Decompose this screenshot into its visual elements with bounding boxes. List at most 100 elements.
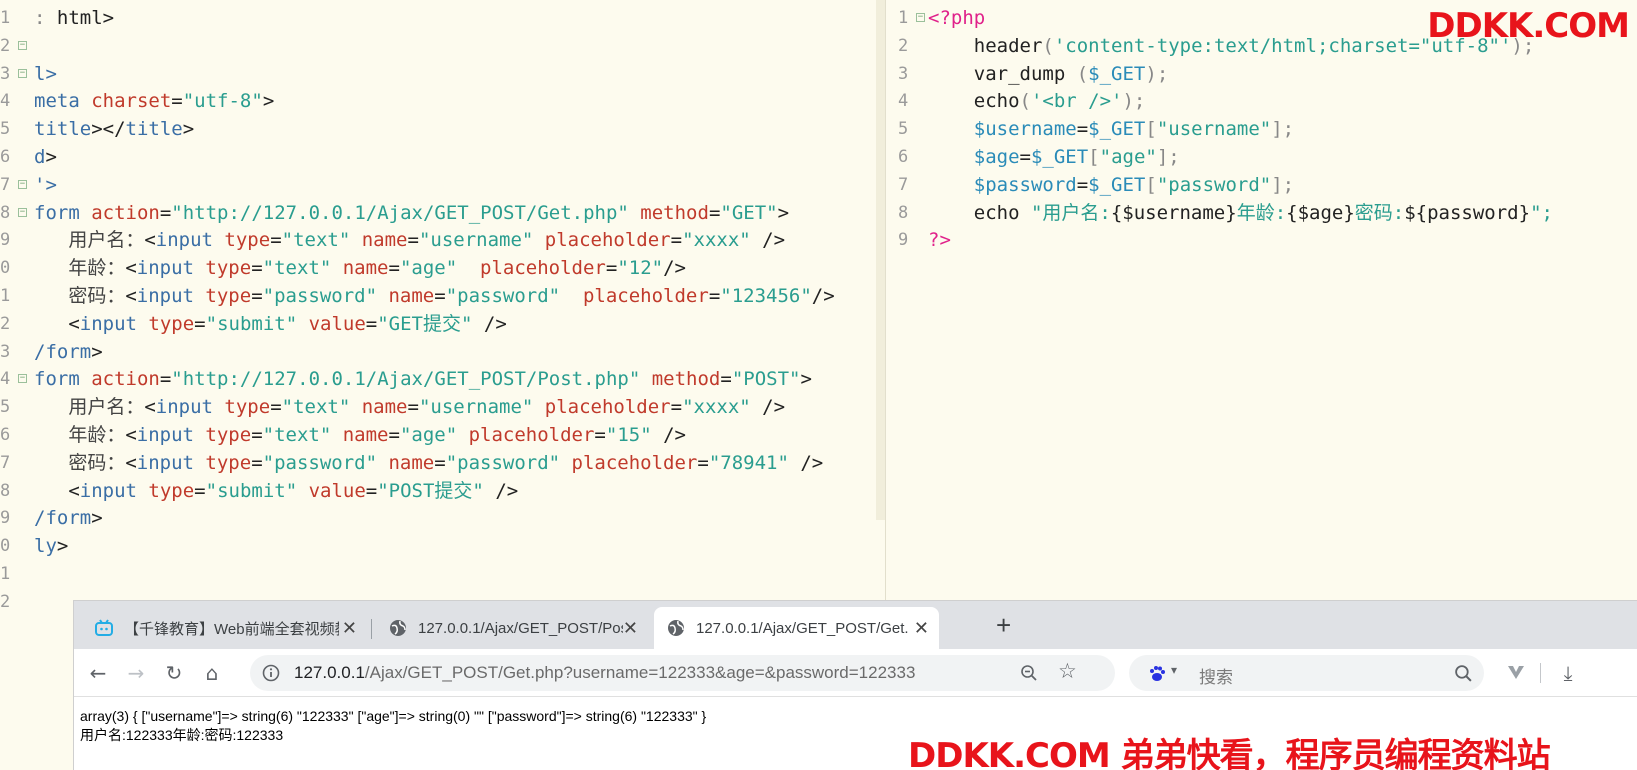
fold-toggle-icon[interactable]: − [18,179,27,189]
code-token: placeholder [468,424,595,446]
code-line[interactable]: 2 <input type="submit" value="GET提交" /> [0,310,882,339]
zoom-out-icon[interactable] [1020,664,1038,682]
fold-toggle-icon[interactable]: − [18,68,27,78]
line-number: 5 [898,119,909,140]
info-icon[interactable] [262,664,280,682]
line-number: 1 [0,286,11,306]
code-token: "text" [281,229,362,252]
code-line[interactable]: 7 $password=$_GET["password"]; [886,171,1637,200]
code-line[interactable]: 9 ?> [886,226,1637,255]
tab-bilibili[interactable]: 【千锋教育】Web前端全套视频教 ✕ [82,607,367,649]
code-token: = [388,424,400,446]
code-line[interactable]: 9 用户名：<input type="text" name="username"… [0,226,882,255]
code-token: = [434,451,446,474]
code-line[interactable]: 4 meta charset="utf-8"> [0,87,882,116]
code-token: "123456" [720,285,812,307]
home-icon[interactable]: ⌂ [200,661,224,685]
code-line[interactable]: 5 $username=$_GET["username"]; [886,115,1637,144]
close-icon[interactable]: ✕ [342,618,357,638]
close-icon[interactable]: ✕ [914,618,929,638]
line-number: 7 [0,174,11,195]
url-text[interactable]: 127.0.0.1/Ajax/GET_POST/Get.php?username… [294,663,915,683]
code-token: title [34,118,92,141]
code-token: /> [800,451,824,474]
code-line[interactable]: 1: html> [0,4,882,33]
bookmark-star-icon[interactable]: ☆ [1058,659,1077,683]
code-text: <?php [928,4,985,33]
fold-toggle-icon[interactable]: − [18,207,27,217]
code-token: > [56,535,69,558]
code-line[interactable]: 6 年龄：<input type="text" name="age" place… [0,421,882,450]
baidu-paw-icon[interactable] [1147,664,1167,684]
code-line[interactable]: 8− form action="http://127.0.0.1/Ajax/GET… [0,199,882,228]
code-line[interactable]: 6 $age=$_GET["age"]; [886,143,1637,172]
code-token: ly [34,535,57,558]
address-bar[interactable]: 127.0.0.1/Ajax/GET_POST/Get.php?username… [250,655,1115,691]
code-token: "GET" [720,201,778,224]
code-line[interactable]: 9/form> [0,504,882,533]
code-text: form action="http://127.0.0.1/Ajax/GET_P… [34,199,789,228]
code-line[interactable]: 4− form action="http://127.0.0.1/Ajax/GET… [0,365,882,394]
code-line[interactable]: 1 [0,560,882,589]
code-line[interactable]: 2− [0,32,882,61]
code-line[interactable]: 6 d> [0,143,882,172]
code-token: "POST" [731,368,801,391]
line-number: 2 [898,35,909,56]
code-token: ${password} [1404,201,1531,224]
tab-get-active[interactable]: 127.0.0.1/Ajax/GET_POST/Get.p ✕ [654,607,939,649]
code-token: type [205,257,252,280]
code-line[interactable]: 0 ly> [0,532,882,561]
chevron-down-icon[interactable]: ▾ [1171,663,1177,677]
code-token: {$username} [1110,201,1237,224]
code-token: form [34,368,92,391]
code-line[interactable]: 1 密码：<input type="password" name="passwo… [0,282,882,311]
fold-toggle-icon[interactable]: − [18,374,27,384]
code-line[interactable]: 3 var_dump ($_GET); [886,60,1637,89]
code-line[interactable]: 7− '> [0,171,882,200]
code-token: = [670,396,683,419]
code-line[interactable]: 7 密码：<input type="password" name="passwo… [0,449,882,478]
code-token: = [251,285,263,307]
reload-icon[interactable]: ↻ [162,661,186,685]
code-token: > [91,507,103,530]
fold-toggle-icon[interactable]: − [18,40,27,50]
code-token: var_dump [928,62,1077,85]
code-token: 年龄: [1236,201,1287,224]
code-token: charset [91,90,172,113]
code-text: '> [34,171,57,200]
code-line[interactable]: 5 用户名：<input type="text" name="username"… [0,393,882,422]
pane-splitter[interactable] [876,0,886,770]
code-token: = [1076,173,1089,196]
download-icon[interactable]: ⤓ [1556,661,1580,685]
code-token: > [262,90,275,113]
fold-toggle-icon[interactable]: − [916,13,925,22]
code-line[interactable]: 3/form> [0,338,882,367]
extension-icon[interactable] [1504,661,1528,685]
code-token: = [270,396,282,419]
code-token: name [342,257,389,280]
code-line[interactable]: 5 title></title> [0,115,882,144]
forward-icon[interactable]: → [124,661,148,685]
close-icon[interactable]: ✕ [623,618,638,638]
search-placeholder: 搜索 [1199,668,1233,687]
tab-post[interactable]: 127.0.0.1/Ajax/GET_POST/Post. ✕ [376,607,648,649]
code-token: placeholder [571,451,698,474]
code-token: "http://127.0.0.1/Ajax/GET_POST/Get.php" [171,201,641,224]
code-line[interactable]: 8 <input type="submit" value="POST提交" /> [0,477,882,506]
toolbar-separator [1540,663,1541,683]
code-line[interactable]: 4 echo('<br />'); [886,87,1637,116]
code-text: d> [34,143,57,172]
code-token: "text" [262,424,343,446]
code-line[interactable]: 3− l> [0,60,882,89]
line-number: 5 [0,397,11,418]
code-token: ?> [928,229,951,252]
code-line[interactable]: 8 echo "用户名:{$username}年龄:{$age}密码:${pas… [886,199,1637,228]
back-icon[interactable]: ← [86,661,110,685]
new-tab-button[interactable]: + [996,612,1011,638]
code-token: "age" [399,424,469,446]
code-token: {$age} [1286,201,1355,224]
code-token: name [361,229,408,252]
search-icon[interactable] [1454,664,1473,683]
code-line[interactable]: 0 年龄：<input type="text" name="age" place… [0,254,882,283]
search-box[interactable]: ▾ 搜索 [1129,655,1484,691]
